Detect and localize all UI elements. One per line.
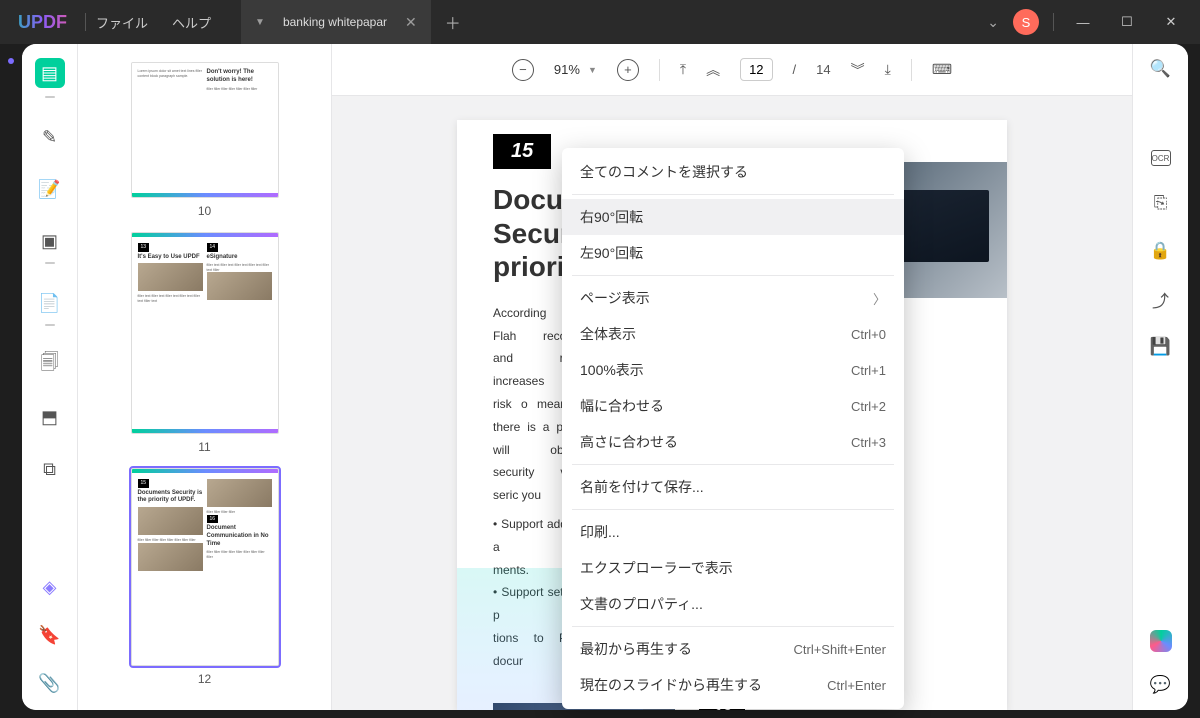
ctx-zoom-100[interactable]: 100%表示Ctrl+1 (562, 352, 904, 388)
tab-close-icon[interactable]: ✕ (405, 14, 417, 31)
next-page-icon[interactable]: ︾ (851, 60, 865, 80)
zoom-value[interactable]: 91% (554, 62, 580, 77)
maximize-button[interactable]: ☐ (1112, 14, 1142, 30)
first-page-icon[interactable]: ⤒ (680, 61, 686, 78)
last-page-icon[interactable]: ⤓ (885, 61, 891, 78)
attachment-icon[interactable]: 📎 (37, 670, 63, 696)
menu-help[interactable]: ヘルプ (172, 13, 211, 32)
presentation-icon[interactable]: ⌨ (932, 61, 952, 78)
ctx-fit-height[interactable]: 高さに合わせるCtrl+3 (562, 424, 904, 460)
app-logo: UPDF (0, 12, 85, 33)
pages-icon[interactable]: ▣ (37, 228, 63, 254)
menu-file[interactable]: ファイル (96, 13, 148, 32)
ctx-explorer[interactable]: エクスプローラーで表示 (562, 550, 904, 586)
zoom-dropdown-icon[interactable]: ▼ (588, 65, 597, 75)
ctx-fit-width[interactable]: 幅に合わせるCtrl+2 (562, 388, 904, 424)
ctx-save-as[interactable]: 名前を付けて保存... (562, 469, 904, 505)
bookmark-icon[interactable]: 🔖 (37, 622, 63, 648)
prev-page-icon[interactable]: ︽ (706, 60, 720, 80)
ctx-fit-all[interactable]: 全体表示Ctrl+0 (562, 316, 904, 352)
title-bar: UPDF ファイル ヘルプ ▼ banking whitepapar ✕ ＋ ⌄… (0, 0, 1200, 44)
user-avatar[interactable]: S (1013, 9, 1039, 35)
ctx-print[interactable]: 印刷... (562, 514, 904, 550)
highlight-icon[interactable]: ✎ (37, 124, 63, 150)
ocr-icon[interactable]: OCR (1151, 150, 1171, 166)
context-menu: 全てのコメントを選択する 右90°回転 左90°回転 ページ表示〉 全体表示Ct… (562, 148, 904, 709)
export-icon[interactable]: ⎘ (1150, 192, 1172, 214)
protect-icon[interactable]: 🔒 (1150, 240, 1172, 262)
close-button[interactable]: ✕ (1156, 14, 1186, 30)
compress-icon[interactable]: ⧉ (37, 456, 63, 482)
tab-dropdown-icon[interactable]: ▼ (255, 17, 265, 28)
section-number: 15 (493, 134, 551, 169)
notification-dot (8, 58, 14, 64)
zoom-out-button[interactable]: − (512, 59, 534, 81)
form-icon[interactable]: 📄 (37, 290, 63, 316)
page-total: 14 (816, 62, 830, 77)
tools-icon[interactable]: 🗐 (37, 352, 63, 378)
save-icon[interactable]: 💾 (1150, 336, 1172, 358)
page-input[interactable]: 12 (740, 58, 772, 81)
right-toolbar: 🔍 OCR ⎘ 🔒 ⤴ 💾 💬 (1132, 44, 1188, 710)
edit-icon[interactable]: 📝 (37, 176, 63, 202)
left-toolbar: ▤ ✎ 📝 ▣ 📄 🗐 ⬒ ⧉ ◈ 🔖 📎 (22, 44, 78, 710)
thumbnail-10[interactable]: Lorem ipsum dolor sit amet text lines fi… (131, 62, 279, 198)
thumbnail-11[interactable]: 13 It's Easy to Use UPDF filler text fil… (131, 232, 279, 434)
ctx-play-current[interactable]: 現在のスライドから再生するCtrl+Enter (562, 667, 904, 703)
ai-icon[interactable] (1150, 630, 1172, 652)
new-tab-button[interactable]: ＋ (431, 10, 475, 34)
ctx-properties[interactable]: 文書のプロパティ... (562, 586, 904, 622)
minimize-button[interactable]: — (1068, 15, 1098, 30)
tabs-overflow-icon[interactable]: ⌄ (987, 14, 999, 31)
layers-icon[interactable]: ◈ (37, 574, 63, 600)
chevron-right-icon: 〉 (873, 289, 886, 308)
search-icon[interactable]: 🔍 (1150, 58, 1172, 80)
thumb-label-10: 10 (78, 204, 331, 218)
thumb-label-11: 11 (78, 440, 331, 454)
ctx-rotate-right[interactable]: 右90°回転 (562, 199, 904, 235)
reader-mode-icon[interactable]: ▤ (35, 58, 65, 88)
ctx-play-begin[interactable]: 最初から再生するCtrl+Shift+Enter (562, 631, 904, 667)
ctx-page-display[interactable]: ページ表示〉 (562, 280, 904, 316)
zoom-in-button[interactable]: + (617, 59, 639, 81)
chat-icon[interactable]: 💬 (1150, 674, 1172, 696)
thumbnail-panel: Lorem ipsum dolor sit amet text lines fi… (78, 44, 332, 710)
thumb-label-12: 12 (78, 672, 331, 686)
share-icon[interactable]: ⤴ (1150, 288, 1172, 310)
document-tab[interactable]: ▼ banking whitepapar ✕ (241, 0, 431, 44)
thumbnail-12[interactable]: 15 Documents Security is the priority of… (131, 468, 279, 666)
tab-title: banking whitepapar (283, 15, 387, 29)
top-toolbar: − 91% ▼ + ⤒ ︽ 12 / 14 ︾ ⤓ ⌨ (332, 44, 1132, 96)
ctx-select-all-comments[interactable]: 全てのコメントを選択する (562, 154, 904, 190)
crop-icon[interactable]: ⬒ (37, 404, 63, 430)
ctx-rotate-left[interactable]: 左90°回転 (562, 235, 904, 271)
